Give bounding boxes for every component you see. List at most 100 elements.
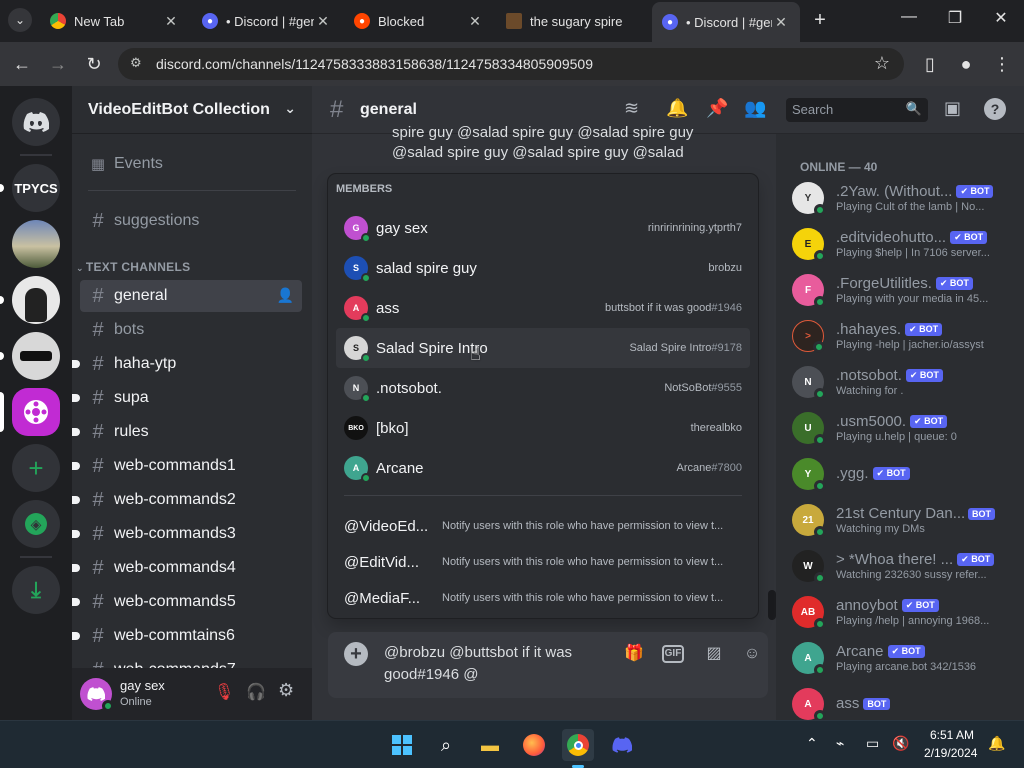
pin-icon[interactable]: 📌 <box>706 98 728 119</box>
notification-bell-icon[interactable]: 🔔 <box>988 735 1005 752</box>
server-icon-sunglasses[interactable] <box>12 332 60 380</box>
bookmark-star-icon[interactable]: ☆ <box>874 53 890 74</box>
gift-icon[interactable]: 🎁 <box>622 642 646 666</box>
notification-bell-icon[interactable]: 🔔 <box>666 98 688 119</box>
browser-tab[interactable]: ● Blocked ✕ <box>344 6 494 36</box>
channel-haha-ytp[interactable]: # haha-ytp <box>72 348 302 380</box>
channel-web-commands2[interactable]: # web-commands2 <box>72 484 302 516</box>
upload-plus-icon[interactable]: + <box>344 642 368 666</box>
message-input[interactable]: + @brobzu @buttsbot if it was good#1946 … <box>328 632 768 698</box>
channel-general[interactable]: # general 👤 <box>80 280 302 312</box>
download-icon[interactable]: ⤓ <box>12 566 60 614</box>
events-link[interactable]: ▦ Events <box>80 148 302 180</box>
server-icon-character[interactable] <box>12 276 60 324</box>
member-item[interactable]: F .ForgeUtilitles. ✔ BOT Playing with you… <box>784 268 1016 312</box>
channel-web-commands4[interactable]: # web-commands4 <box>72 552 302 584</box>
member-item[interactable]: 21 21st Century Dan... BOT Watching my DM… <box>784 498 1016 542</box>
close-icon[interactable]: ✕ <box>466 13 484 30</box>
chevron-up-icon[interactable]: ⌃ <box>806 735 818 752</box>
role-mention-option[interactable]: @MediaF... Notify users with this role w… <box>336 581 750 615</box>
help-icon[interactable]: ? <box>984 98 1006 120</box>
close-icon[interactable]: ✕ <box>314 13 332 30</box>
server-icon-videoeditbot[interactable] <box>12 388 60 436</box>
category-text-channels[interactable]: ⌄ TEXT CHANNELS <box>76 260 190 274</box>
members-list-icon[interactable]: 👥 <box>744 98 766 119</box>
mention-option[interactable]: BKO [bko] therealbko <box>336 408 750 448</box>
volume-muted-icon[interactable]: 🔇 <box>892 735 909 752</box>
browser-tab[interactable]: New Tab ✕ <box>40 6 190 36</box>
member-item[interactable]: Y .2Yaw. (Without... ✔ BOT Playing Cult o… <box>784 176 1016 220</box>
gif-icon[interactable]: GIF <box>662 645 684 663</box>
role-mention-option[interactable]: @VideoEd... Notify users with this role … <box>336 509 750 543</box>
member-item[interactable]: W > *Whoa there! ... ✔ BOT Watching 23263… <box>784 544 1016 588</box>
channel-suggestions[interactable]: # suggestions <box>80 205 302 237</box>
scrollbar[interactable] <box>768 590 776 620</box>
server-icon-tpycs[interactable]: TPYCS <box>12 164 60 212</box>
display-icon[interactable]: ▭ <box>866 735 879 752</box>
member-item[interactable]: AB annoybot ✔ BOT Playing /help | annoyin… <box>784 590 1016 634</box>
member-item[interactable]: A Arcane ✔ BOT Playing arcane.bot 342/153… <box>784 636 1016 680</box>
firefox-icon[interactable] <box>518 729 550 761</box>
mention-option[interactable]: S salad spire guy brobzu <box>336 248 750 288</box>
discord-home-icon[interactable] <box>12 98 60 146</box>
channel-bots[interactable]: # bots <box>80 314 302 346</box>
side-panel-icon[interactable]: ▯ <box>918 52 942 76</box>
clock-time[interactable]: 6:51 AM <box>930 728 974 742</box>
profile-icon[interactable]: ● <box>954 52 978 76</box>
mute-mic-icon[interactable]: 🎙 <box>214 682 234 702</box>
mention-option-hovered[interactable]: S Salad Spire Intro Salad Spire Intro#91… <box>336 328 750 368</box>
invite-icon[interactable]: 👤 <box>277 287 294 304</box>
mention-option[interactable]: G gay sex rinririnrining.ytprth7 <box>336 208 750 248</box>
mention-option[interactable]: A ass buttsbot if it was good#1946 <box>336 288 750 328</box>
channel-supa[interactable]: # supa <box>72 382 302 414</box>
channel-web-commands3[interactable]: # web-commands3 <box>72 518 302 550</box>
threads-icon[interactable]: ≋ <box>624 98 639 119</box>
emoji-icon[interactable]: ☺ <box>740 642 764 666</box>
browser-tab-active[interactable]: ● • Discord | #general ✕ <box>652 2 800 42</box>
browser-tab[interactable]: the sugary spire <box>496 6 646 36</box>
search-input[interactable]: Search 🔍 <box>786 98 928 122</box>
close-icon[interactable]: ✕ <box>772 14 790 31</box>
channel-rules[interactable]: # rules <box>72 416 302 448</box>
server-header[interactable]: VideoEditBot Collection 1.0 ⌄ <box>72 86 312 134</box>
back-icon[interactable]: ← <box>10 52 34 76</box>
member-item[interactable]: U .usm5000. ✔ BOT Playing u.help | queue:… <box>784 406 1016 450</box>
reload-icon[interactable]: ↻ <box>82 52 106 76</box>
windows-start-icon[interactable] <box>386 729 418 761</box>
maximize-icon[interactable]: ❐ <box>940 8 970 28</box>
channel-web-commands5[interactable]: # web-commands5 <box>72 586 302 618</box>
new-tab-button[interactable]: + <box>808 8 832 32</box>
chrome-icon[interactable] <box>562 729 594 761</box>
member-item[interactable]: N .notsobot. ✔ BOT Watching for . <box>784 360 1016 404</box>
channel-web-commands1[interactable]: # web-commands1 <box>72 450 302 482</box>
minimize-icon[interactable]: — <box>894 8 924 26</box>
search-icon[interactable]: ⌕ <box>430 729 462 761</box>
file-explorer-icon[interactable]: ▬ <box>474 729 506 761</box>
close-window-icon[interactable]: ✕ <box>986 8 1016 28</box>
channel-web-commtains6[interactable]: # web-commtains6 <box>72 620 302 652</box>
explore-icon[interactable]: ◈ <box>12 500 60 548</box>
sticker-icon[interactable]: ▨ <box>702 642 726 666</box>
discord-icon[interactable] <box>606 729 638 761</box>
member-item[interactable]: A ass BOT <box>784 682 1016 720</box>
server-icon-landscape[interactable] <box>12 220 60 268</box>
settings-gear-icon[interactable]: ⚙ <box>278 680 294 701</box>
mention-option[interactable]: A Arcane Arcane#7800 <box>336 448 750 488</box>
member-item[interactable]: Y .ygg. ✔ BOT <box>784 452 1016 496</box>
mention-option[interactable]: N .notsobot. NotSoBot#9555 <box>336 368 750 408</box>
forward-icon[interactable]: → <box>46 52 70 76</box>
address-bar[interactable]: ⚙ discord.com/channels/11247583338831586… <box>118 48 904 80</box>
network-icon[interactable]: ⌁ <box>836 735 844 752</box>
close-icon[interactable]: ✕ <box>162 13 180 30</box>
inbox-icon[interactable]: ▣ <box>944 98 961 119</box>
browser-tab[interactable]: ● • Discord | #general ✕ <box>192 6 342 36</box>
member-item[interactable]: > .hahayes. ✔ BOT Playing -help | jacher.… <box>784 314 1016 358</box>
member-item[interactable]: E .editvideohutto... ✔ BOT Playing $help … <box>784 222 1016 266</box>
clock-date[interactable]: 2/19/2024 <box>924 746 977 760</box>
add-server-icon[interactable]: + <box>12 444 60 492</box>
role-mention-option[interactable]: @EditVid... Notify users with this role … <box>336 545 750 579</box>
site-info-icon[interactable]: ⚙ <box>130 55 148 73</box>
message-input-text[interactable]: @brobzu @buttsbot if it was good#1946 @ <box>384 642 594 686</box>
headphones-icon[interactable]: 🎧 <box>246 682 266 702</box>
tab-search-button[interactable]: ⌄ <box>8 8 32 32</box>
